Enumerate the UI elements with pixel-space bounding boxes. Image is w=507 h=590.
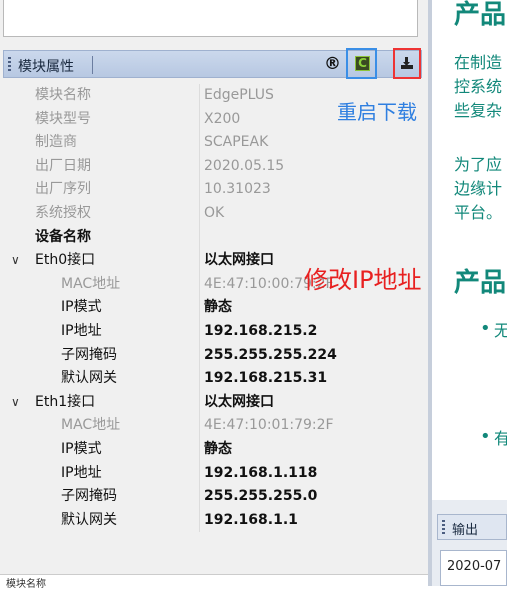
property-key: IP模式 xyxy=(61,299,102,316)
doc-text: 控系统 xyxy=(454,77,503,96)
output-line: 2020-07 xyxy=(447,559,502,574)
eth1-ipmode-row[interactable]: IP模式 静态 xyxy=(3,438,419,462)
property-value: 2020.05.15 xyxy=(204,157,285,174)
property-key: 模块名称 xyxy=(35,87,91,103)
download-icon xyxy=(401,57,413,69)
eth0-type: 以太网接口 xyxy=(204,252,274,269)
title-separator xyxy=(92,56,93,74)
property-key: 出厂序列 xyxy=(35,181,91,198)
doc-text: 边缘计 xyxy=(454,179,503,198)
property-value: 192.168.1.118 xyxy=(204,464,318,481)
bottom-label: 模块名称 xyxy=(6,579,46,590)
property-row[interactable]: 模块型号 X200 xyxy=(3,108,419,132)
property-value: SCAPEAK xyxy=(204,134,269,151)
doc-text: 为了应 xyxy=(454,155,503,174)
eth0-label: Eth0接口 xyxy=(35,252,96,269)
property-value: 255.255.255.0 xyxy=(204,488,318,505)
property-value: 192.168.215.31 xyxy=(204,370,328,387)
doc-bullet-text: 无 xyxy=(494,321,507,340)
drag-grip-icon[interactable] xyxy=(8,57,11,73)
property-key: IP地址 xyxy=(61,322,102,339)
eth1-mask-row[interactable]: 子网掩码 255.255.255.0 xyxy=(3,485,419,509)
output-tab[interactable]: 输出 xyxy=(437,514,507,540)
property-key: 系统授权 xyxy=(35,204,91,221)
chevron-down-icon[interactable]: ∨ xyxy=(11,391,20,415)
panel-header: 模块属性 ® C xyxy=(3,48,422,79)
property-value: X200 xyxy=(204,110,241,127)
property-value: EdgePLUS xyxy=(204,87,274,103)
modify-ip-annotation: 修改IP地址 xyxy=(304,266,422,294)
eth1-mac-row[interactable]: MAC地址 4E:47:10:01:79:2F xyxy=(3,414,419,438)
eth1-gateway-row[interactable]: 默认网关 192.168.1.1 xyxy=(3,509,419,533)
property-key: 子网掩码 xyxy=(61,346,117,363)
eth0-mask-row[interactable]: 子网掩码 255.255.255.224 xyxy=(3,344,419,368)
property-value: OK xyxy=(204,204,225,221)
eth0-ipmode-row[interactable]: IP模式 静态 xyxy=(3,296,419,320)
drag-grip-icon[interactable] xyxy=(442,520,445,534)
download-button[interactable] xyxy=(393,48,421,79)
property-value: 192.168.215.2 xyxy=(204,322,318,339)
property-key: 默认网关 xyxy=(61,370,117,387)
doc-text: 些复杂 xyxy=(454,101,503,120)
property-key: IP地址 xyxy=(61,464,102,481)
panel-title: 模块属性 xyxy=(18,59,74,75)
property-key: 模块型号 xyxy=(35,110,91,127)
property-value: 10.31023 xyxy=(204,181,271,198)
upper-pane xyxy=(3,0,418,37)
property-row[interactable]: 出厂序列 10.31023 xyxy=(3,178,419,202)
property-key: 出厂日期 xyxy=(35,157,91,174)
left-panel: 模块属性 ® C 重启下载 模块名称 EdgePLUS 模块型号 X200 制造… xyxy=(0,0,428,590)
property-row[interactable]: 制造商 SCAPEAK xyxy=(3,131,419,155)
property-value: 4E:47:10:01:79:2F xyxy=(204,417,334,434)
document-pane: 产品 在制造 控系统 些复杂 为了应 边缘计 平台。 产品 • 无 • 有 xyxy=(432,0,507,500)
property-key: MAC地址 xyxy=(61,417,121,434)
restart-icon: C xyxy=(355,56,370,71)
doc-heading-1: 产品 xyxy=(454,0,507,30)
chevron-down-icon[interactable]: ∨ xyxy=(11,249,20,273)
property-key: 制造商 xyxy=(35,134,77,151)
property-value: 静态 xyxy=(204,440,232,457)
property-grid: 模块名称 EdgePLUS 模块型号 X200 制造商 SCAPEAK 出厂日期… xyxy=(3,84,419,533)
eth1-ip-row[interactable]: IP地址 192.168.1.118 xyxy=(3,462,419,486)
property-row[interactable]: 系统授权 OK xyxy=(3,202,419,226)
registered-icon[interactable]: ® xyxy=(324,54,341,74)
eth0-ip-row[interactable]: IP地址 192.168.215.2 xyxy=(3,320,419,344)
restart-button[interactable]: C xyxy=(346,48,377,79)
output-tab-label: 输出 xyxy=(452,523,479,538)
property-key: 默认网关 xyxy=(61,511,117,528)
property-key: IP模式 xyxy=(61,440,102,457)
doc-text: 平台。 xyxy=(454,203,503,222)
property-key: 设备名称 xyxy=(35,228,91,245)
output-pane: 输出 2020-07 xyxy=(432,500,507,586)
property-value: 192.168.1.1 xyxy=(204,511,298,528)
property-key: 子网掩码 xyxy=(61,488,117,505)
bottom-status-strip: 模块名称 xyxy=(0,574,428,590)
doc-text: 在制造 xyxy=(454,53,503,72)
bullet-icon: • xyxy=(480,318,491,339)
property-row[interactable]: 模块名称 EdgePLUS xyxy=(3,84,419,108)
property-value: 255.255.255.224 xyxy=(204,346,337,363)
eth1-group-row[interactable]: ∨ Eth1接口 以太网接口 xyxy=(3,391,419,415)
bullet-icon: • xyxy=(480,426,491,447)
output-log[interactable]: 2020-07 xyxy=(440,550,507,586)
eth1-type: 以太网接口 xyxy=(204,393,274,410)
eth0-gateway-row[interactable]: 默认网关 192.168.215.31 xyxy=(3,367,419,391)
property-key: MAC地址 xyxy=(61,275,121,292)
property-row[interactable]: 出厂日期 2020.05.15 xyxy=(3,155,419,179)
eth1-label: Eth1接口 xyxy=(35,393,96,410)
doc-bullet-text: 有 xyxy=(494,429,507,448)
property-row-device-name[interactable]: 设备名称 xyxy=(3,226,419,250)
property-value: 静态 xyxy=(204,299,232,316)
doc-heading-2: 产品 xyxy=(454,268,507,298)
